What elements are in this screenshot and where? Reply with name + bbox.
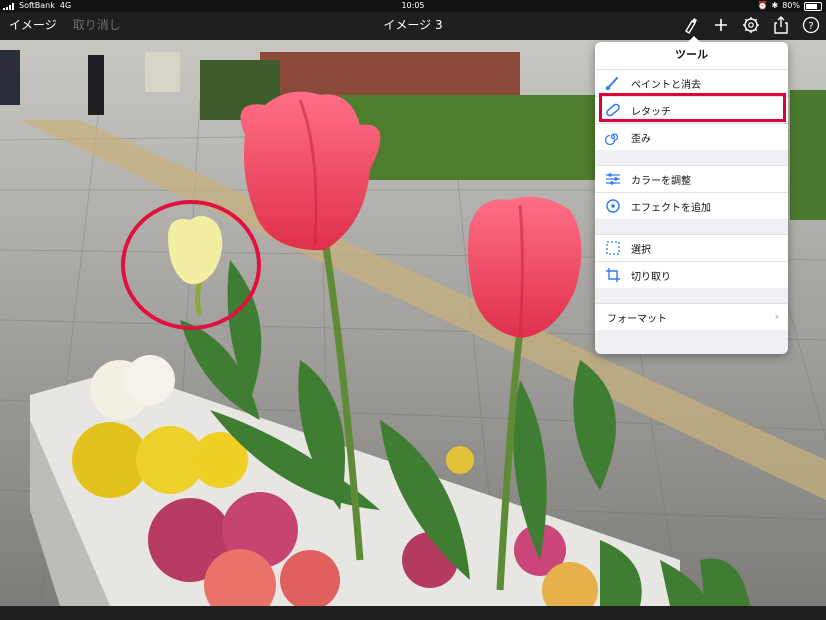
settings-gear-icon[interactable] [742, 15, 760, 35]
menu-item-label: カラーを調整 [631, 175, 691, 187]
undo-button[interactable]: 取り消し [73, 12, 121, 38]
svg-text:?: ? [808, 21, 813, 32]
menu-item-distort[interactable]: 歪み [595, 123, 788, 150]
status-bar: SoftBank 4G 10:05 ⏰ ✱ 80% [0, 0, 826, 12]
chevron-right-icon: › [774, 310, 779, 323]
navigation-bar: イメージ 取り消し イメージ 3 ? [0, 12, 826, 40]
retouch-highlight-box [599, 93, 786, 122]
battery-percent: 80% [782, 1, 800, 10]
menu-item-label: 切り取り [631, 271, 671, 283]
menu-item-label: 選択 [631, 244, 651, 256]
share-icon[interactable] [772, 15, 790, 35]
popover-separator [595, 219, 788, 234]
brush-icon [605, 75, 621, 91]
sliders-icon [605, 171, 621, 187]
menu-item-label: 歪み [631, 133, 651, 145]
menu-item-label: ペイントと消去 [631, 79, 701, 91]
effects-icon [605, 198, 621, 214]
tools-group-format: フォーマット › [595, 303, 788, 330]
images-button[interactable]: イメージ [9, 12, 57, 38]
menu-item-paint-erase[interactable]: ペイントと消去 [595, 69, 788, 96]
swirl-icon [605, 129, 621, 145]
select-icon [605, 240, 621, 256]
menu-item-add-effect[interactable]: エフェクトを追加 [595, 192, 788, 219]
popover-separator [595, 150, 788, 165]
menu-item-crop[interactable]: 切り取り [595, 261, 788, 288]
add-icon[interactable] [712, 15, 730, 35]
bluetooth-icon: ✱ [771, 1, 779, 10]
menu-item-adjust-color[interactable]: カラーを調整 [595, 165, 788, 192]
popover-title: ツール [595, 42, 788, 69]
menu-item-label: エフェクトを追加 [631, 202, 711, 214]
help-icon[interactable]: ? [802, 15, 820, 35]
tools-popover: ツール ペイントと消去 レタッチ 歪み カラーを調整 エフェクトを追加 選択 切… [595, 36, 788, 354]
status-time: 10:05 [401, 1, 425, 10]
popover-separator [595, 288, 788, 303]
menu-item-select[interactable]: 選択 [595, 234, 788, 261]
tools-brush-icon[interactable] [682, 15, 700, 35]
alarm-icon: ⏰ [757, 1, 768, 10]
menu-item-label: フォーマット [607, 313, 667, 325]
bottom-bar [0, 606, 826, 620]
tools-group-adjust: カラーを調整 エフェクトを追加 [595, 165, 788, 219]
menu-item-format[interactable]: フォーマット › [595, 303, 788, 330]
crop-icon [605, 267, 621, 283]
tools-group-select: 選択 切り取り [595, 234, 788, 288]
highlight-circle [121, 200, 261, 330]
battery-icon [804, 1, 822, 11]
